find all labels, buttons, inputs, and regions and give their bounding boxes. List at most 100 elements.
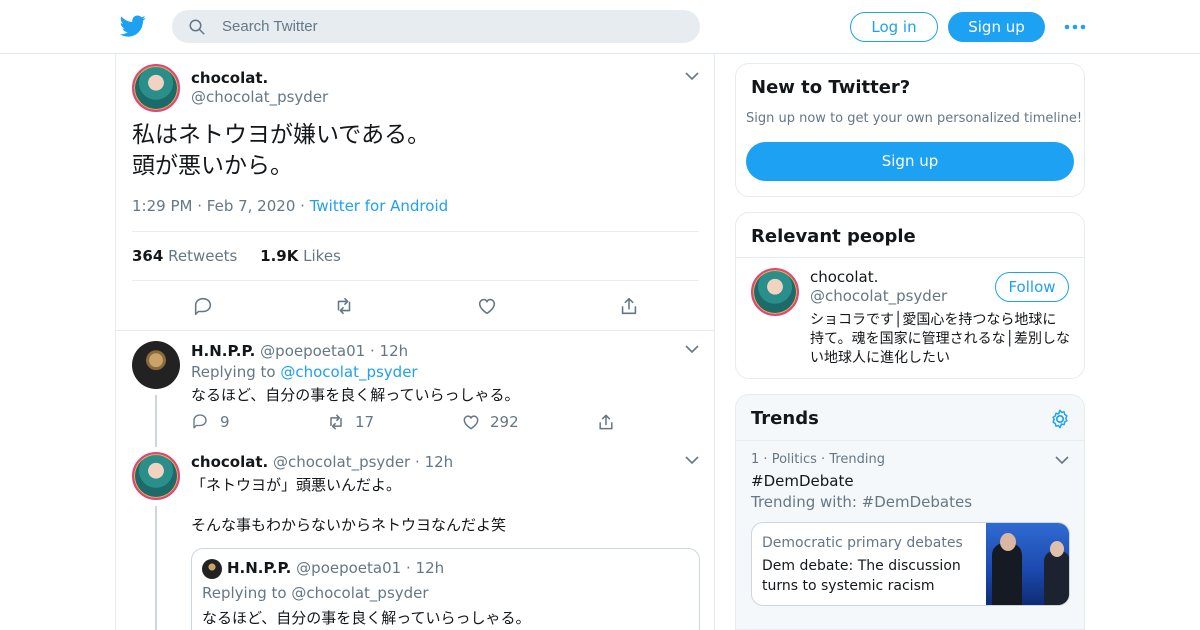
avatar[interactable] [751, 268, 799, 316]
reply-icon[interactable] [191, 412, 209, 430]
signup-button[interactable]: Sign up [948, 12, 1045, 42]
separator-dot: · [821, 452, 826, 467]
card-title: Relevant people [751, 226, 916, 247]
divider [736, 257, 1084, 258]
more-dots-icon[interactable] [1064, 22, 1086, 32]
trend-rank: 1 [751, 452, 760, 467]
thumbnail-figure [1050, 541, 1064, 557]
author-name[interactable]: chocolat. [191, 69, 268, 87]
thread-line [155, 395, 157, 447]
likes-stat[interactable]: 1.9K Likes [260, 247, 341, 265]
main-timeline: chocolat. @chocolat_psyder 私はネトウヨが嫌いである。… [115, 54, 715, 630]
twitter-bird-icon[interactable] [120, 13, 146, 39]
quoted-header: H.N.P.P. @poepoeta01 · 12h [227, 559, 444, 577]
avatar[interactable] [132, 452, 180, 500]
reply-header: chocolat. @chocolat_psyder · 12h [191, 453, 453, 471]
separator-dot: · [369, 342, 375, 360]
replying-prefix: Replying to [191, 363, 276, 381]
author-handle[interactable]: @chocolat_psyder [191, 88, 328, 106]
tweet-source[interactable]: Twitter for Android [310, 197, 448, 215]
tweet-timestamp: 1:29 PM · Feb 7, 2020 · Twitter for Andr… [132, 197, 448, 215]
reply-time[interactable]: 12h [380, 342, 409, 360]
reply-text-line: 「ネトウヨが」頭悪いんだよ。 [191, 476, 402, 494]
news-title: Dem debate: The discussion turns to syst… [762, 558, 961, 594]
quoted-author-handle: @poepoeta01 [296, 559, 402, 577]
separator-dot: · [415, 453, 420, 471]
author-name[interactable]: chocolat. [191, 453, 268, 471]
person-name[interactable]: chocolat. [810, 268, 878, 286]
like-icon[interactable] [476, 295, 498, 317]
divider [736, 440, 1084, 441]
divider [116, 330, 714, 331]
retweets-count: 364 [132, 247, 164, 265]
quoted-text: なるほど、自分の事を良く解っていらっしゃる。 [202, 609, 531, 627]
avatar [202, 559, 222, 579]
divider [132, 280, 699, 281]
top-bar: Log in Sign up [0, 0, 1200, 54]
sidebar-signup-button[interactable]: Sign up [746, 142, 1074, 181]
reply-header: H.N.P.P. @poepoeta01 · 12h [191, 342, 408, 360]
likes-label: Likes [303, 247, 341, 265]
trend-name[interactable]: #DemDebate [751, 472, 854, 490]
person-handle[interactable]: @chocolat_psyder [810, 287, 947, 305]
separator-dot: · [763, 452, 768, 467]
new-to-twitter-card: New to Twitter? Sign up now to get your … [735, 63, 1085, 197]
tweet-time[interactable]: 1:29 PM [132, 197, 192, 215]
chevron-down-icon[interactable] [1055, 455, 1069, 465]
thread-line [155, 506, 157, 630]
follow-button[interactable]: Follow [995, 272, 1069, 302]
author-handle[interactable]: @chocolat_psyder [273, 453, 410, 471]
like-icon[interactable] [461, 412, 481, 432]
thumbnail-figure [992, 543, 1022, 605]
reply-text-line: そんな事もわからないからネトウヨなんだよ笑 [191, 516, 507, 534]
quoted-author-name: H.N.P.P. [227, 559, 292, 577]
divider [132, 231, 699, 232]
card-title: New to Twitter? [751, 77, 911, 98]
separator-dot: · [197, 197, 207, 215]
separator-dot: · [405, 559, 411, 577]
trend-news-card[interactable]: Democratic primary debates Dem debate: T… [751, 522, 1070, 606]
tweet-stats: 364 Retweets 1.9K Likes [132, 247, 341, 265]
card-title: Trends [751, 408, 819, 429]
trend-meta: 1 · Politics · Trending [751, 452, 885, 467]
chevron-down-icon[interactable] [685, 344, 699, 354]
news-thumbnail [986, 523, 1069, 605]
share-icon[interactable] [596, 412, 616, 432]
person-bio: ショコラです│愛国心を持つなら地球に持て。魂を国家に管理されるな│差別しない地球… [810, 312, 1071, 366]
quoted-time: 12h [415, 559, 445, 577]
author-handle[interactable]: @poepoeta01 [260, 342, 365, 360]
quoted-tweet[interactable]: H.N.P.P. @poepoeta01 · 12h Replying to @… [191, 548, 700, 630]
relevant-people-card: Relevant people chocolat. @chocolat_psyd… [735, 212, 1085, 379]
replying-handle-link[interactable]: @chocolat_psyder [280, 363, 417, 381]
reply-time[interactable]: 12h [425, 453, 454, 471]
share-icon[interactable] [618, 295, 640, 317]
retweet-icon[interactable] [333, 295, 355, 317]
reply-text: なるほど、自分の事を良く解っていらっしゃる。 [191, 386, 520, 404]
trends-card: Trends 1 · Politics · Trending #DemDebat… [735, 394, 1085, 630]
search-input[interactable] [222, 10, 682, 43]
tweet-date[interactable]: Feb 7, 2020 [207, 197, 296, 215]
trend-category: Politics [771, 452, 817, 467]
tweet-text-line: 頭が悪いから。 [132, 153, 293, 179]
quoted-replying-to: Replying to @chocolat_psyder [202, 584, 429, 602]
chevron-down-icon[interactable] [685, 71, 699, 81]
chevron-down-icon[interactable] [685, 455, 699, 465]
tweet-text-line: 私はネトウヨが嫌いである。 [132, 122, 431, 148]
search-box[interactable] [172, 10, 700, 43]
retweet-icon[interactable] [326, 412, 346, 432]
retweets-label: Retweets [168, 247, 238, 265]
search-icon [189, 19, 205, 35]
login-button[interactable]: Log in [850, 12, 938, 42]
avatar[interactable] [132, 341, 180, 389]
thumbnail-figure [1044, 551, 1069, 605]
retweets-stat[interactable]: 364 Retweets [132, 247, 242, 265]
likes-count: 1.9K [260, 247, 299, 265]
author-name[interactable]: H.N.P.P. [191, 342, 255, 360]
gear-icon[interactable] [1049, 408, 1071, 430]
trend-with: Trending with: #DemDebates [751, 493, 973, 511]
reply-icon[interactable] [192, 295, 214, 317]
like-count: 292 [490, 413, 519, 431]
replying-to: Replying to @chocolat_psyder [191, 363, 418, 381]
avatar[interactable] [132, 64, 180, 112]
news-category: Democratic primary debates [762, 535, 963, 551]
